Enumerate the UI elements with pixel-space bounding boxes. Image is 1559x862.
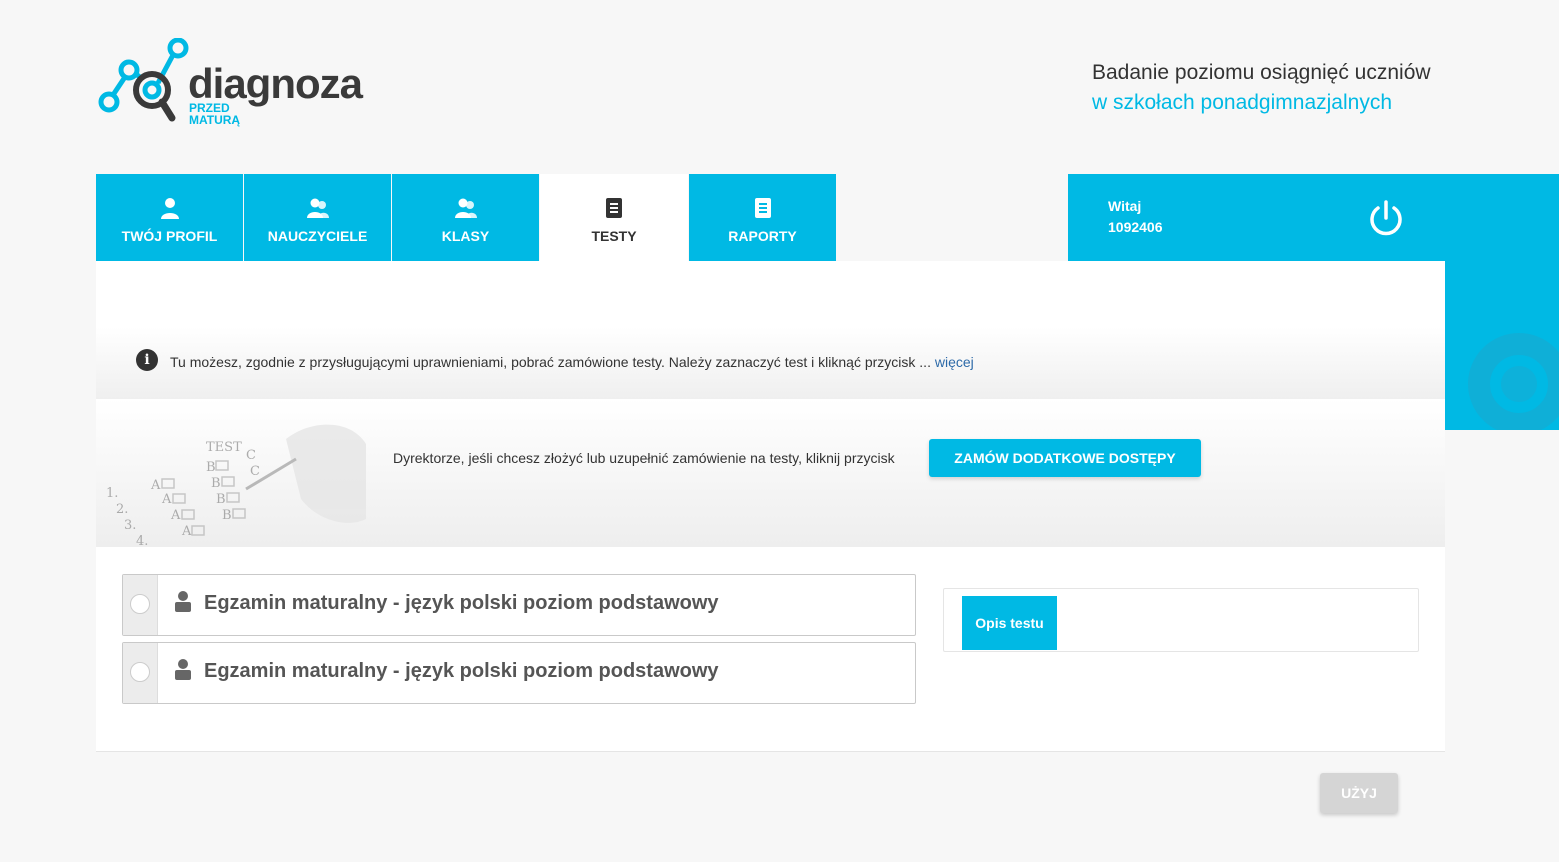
info-message: Tu możesz, zgodnie z przysługującymi upr… [170,354,974,370]
user-panel: Witaj 1092406 [1068,174,1445,261]
more-link[interactable]: więcej [935,354,974,370]
info-icon: i [136,349,158,371]
users-icon [454,198,477,218]
users-icon [306,198,329,218]
power-icon[interactable] [1366,199,1406,239]
svg-text:B: B [216,492,226,507]
user-icon [160,198,179,219]
svg-text:B: B [211,476,221,491]
test-item[interactable]: Egzamin maturalny - język polski poziom … [122,642,916,704]
info-text: Tu możesz, zgodnie z przysługującymi upr… [170,354,931,370]
tab-profile[interactable]: TWÓJ PROFIL [96,174,243,261]
header-tagline: Badanie poziomu osiągnięć uczniów w szko… [1092,58,1431,118]
svg-text:A: A [150,478,161,493]
radio-cell [123,643,158,703]
tab-label: TESTY [591,228,637,244]
action-footer: UŻYJ [96,751,1445,862]
svg-text:TEST: TEST [206,440,242,455]
svg-text:C: C [246,448,256,463]
tab-label: RAPORTY [728,228,797,244]
test-title: Egzamin maturalny - język polski poziom … [204,592,719,614]
svg-text:A: A [181,524,192,539]
svg-text:2.: 2. [116,502,128,517]
test-title: Egzamin maturalny - język polski poziom … [204,660,719,682]
test-radio[interactable] [130,662,150,682]
logo-icon [98,38,189,122]
test-sheet-illustration: TEST 1.2. 3.4. AA AA BB BB CC [106,424,366,547]
logo-subtitle: MATURĄ [189,113,241,127]
test-description-box: Opis testu [943,588,1419,652]
use-button[interactable]: UŻYJ [1320,773,1398,813]
svg-text:3.: 3. [124,518,136,533]
order-bar: TEST 1. 2. 3. 4. AA AA BB BB CC Dyrektorze… [96,399,1445,547]
svg-text:A: A [161,492,172,507]
tab-label: NAUCZYCIELE [267,228,368,244]
info-bar: i Tu możesz, zgodnie z przysługującymi u… [96,327,1445,399]
main-nav: TWÓJ PROFIL NAUCZYCIELE KLASY TESTY RAPO… [96,174,837,261]
person-icon [175,591,191,612]
svg-text:C: C [250,464,260,479]
document-icon [606,198,622,218]
test-radio[interactable] [130,594,150,614]
tab-teachers[interactable]: NAUCZYCIELE [244,174,391,261]
svg-text:4.: 4. [136,534,148,547]
tab-reports[interactable]: RAPORTY [689,174,836,261]
svg-text:B: B [222,508,232,523]
svg-text:B: B [206,460,216,475]
main-panel: i Tu możesz, zgodnie z przysługującymi u… [96,261,1445,862]
tab-label: KLASY [441,228,490,244]
radio-cell [123,575,158,635]
test-item[interactable]: Egzamin maturalny - język polski poziom … [122,574,916,636]
tab-tests[interactable]: TESTY [540,174,688,261]
logo-watermark-icon [1468,333,1559,430]
order-message: Dyrektorze, jeśli chcesz złożyć lub uzup… [393,450,895,466]
svg-text:1.: 1. [106,486,118,501]
user-greeting: Witaj 1092406 [1108,196,1163,238]
tagline-line1: Badanie poziomu osiągnięć uczniów [1092,61,1431,84]
svg-text:A: A [170,508,181,523]
logo: diagnoza PRZED MATURĄ [96,38,366,130]
person-icon [175,659,191,680]
report-icon [754,198,771,218]
tagline-line2: w szkołach ponadgimnazjalnych [1092,91,1392,114]
tab-classes[interactable]: KLASY [392,174,539,261]
decorative-side-panel [1445,174,1559,430]
greeting-text: Witaj [1108,198,1142,214]
user-id: 1092406 [1108,219,1163,235]
description-tab[interactable]: Opis testu [962,596,1057,650]
order-access-button[interactable]: ZAMÓW DODATKOWE DOSTĘPY [929,439,1201,477]
tab-label: TWÓJ PROFIL [121,228,218,244]
